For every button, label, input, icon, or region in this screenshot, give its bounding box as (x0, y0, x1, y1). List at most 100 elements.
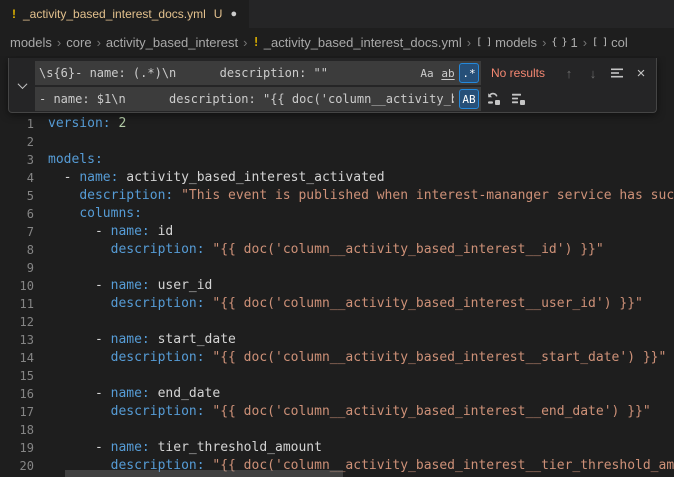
code-line[interactable]: models: (48, 151, 674, 169)
whole-word-icon: ab (441, 67, 454, 80)
breadcrumb-label: activity_based_interest (106, 35, 238, 50)
breadcrumb-label: models (495, 35, 537, 50)
line-number: 11 (0, 295, 36, 313)
code-line[interactable] (48, 421, 674, 439)
line-number: 2 (0, 133, 36, 151)
line-number: 7 (0, 223, 36, 241)
code-line[interactable]: version: 2 (48, 115, 674, 133)
breadcrumb-separator: › (542, 35, 546, 50)
toggle-replace-button[interactable] (9, 58, 35, 112)
code-line[interactable] (48, 313, 674, 331)
line-number: 15 (0, 367, 36, 385)
code-line[interactable] (48, 259, 674, 277)
horizontal-scrollbar[interactable] (65, 470, 343, 477)
code-line[interactable]: description: "This event is published wh… (48, 187, 674, 205)
match-case-icon: Aa (420, 67, 433, 80)
line-number: 18 (0, 421, 36, 439)
array-icon: [ ] (476, 37, 491, 48)
git-untracked-badge: U (214, 7, 223, 21)
line-number: 16 (0, 385, 36, 403)
line-number: 1 (0, 115, 36, 133)
breadcrumb: models › core › activity_based_interest ›! _ac… (0, 28, 674, 56)
regex-toggle[interactable]: .* (459, 63, 479, 83)
preserve-case-icon: AB (462, 93, 475, 106)
line-number: 8 (0, 241, 36, 259)
line-number: 20 (0, 457, 36, 475)
breadcrumb-separator: › (97, 35, 101, 50)
code-line[interactable]: description: "{{ doc('column__activity_b… (48, 295, 674, 313)
code-line[interactable]: - name: end_date (48, 385, 674, 403)
code-line[interactable]: description: "{{ doc('column__activity_b… (48, 403, 674, 421)
find-in-selection-button[interactable] (606, 62, 628, 84)
line-number: 19 (0, 439, 36, 457)
close-find-button[interactable]: × (630, 62, 652, 84)
find-widget-body: Aa ab .* No results ↑ ↓ (35, 58, 656, 112)
line-number: 6 (0, 205, 36, 223)
array-icon: [ ] (592, 37, 607, 48)
breadcrumb-label: _activity_based_interest_docs.yml (264, 35, 462, 50)
breadcrumb-item-2[interactable]: activity_based_interest (106, 35, 238, 50)
editor[interactable]: 1234567891011121314151617181920 version:… (0, 56, 674, 477)
breadcrumb-item-3[interactable]: ! _activity_based_interest_docs.yml (253, 35, 462, 50)
tab-bar: ! _activity_based_interest_docs.yml U ● (0, 0, 674, 28)
find-input[interactable] (35, 61, 416, 85)
arrow-down-icon: ↓ (590, 66, 597, 81)
breadcrumb-label: 1 (570, 35, 577, 50)
vscode-window: ! _activity_based_interest_docs.yml U ● … (0, 0, 674, 477)
line-number: 5 (0, 187, 36, 205)
code-line[interactable]: description: "{{ doc('column__activity_b… (48, 241, 674, 259)
replace-input[interactable] (35, 87, 458, 111)
breadcrumb-label: models (10, 35, 52, 50)
replace-icon (486, 91, 502, 107)
find-results-label: No results (491, 66, 556, 80)
replace-button[interactable] (483, 88, 505, 110)
next-match-button[interactable]: ↓ (582, 62, 604, 84)
breadcrumb-separator: › (583, 35, 587, 50)
unsaved-dot-icon[interactable]: ● (230, 8, 237, 20)
breadcrumb-item-5[interactable]: { }1 (551, 35, 577, 50)
code-line[interactable] (48, 367, 674, 385)
code-line[interactable]: - name: user_id (48, 277, 674, 295)
breadcrumb-item-1[interactable]: core (66, 35, 91, 50)
warning-icon: ! (253, 35, 260, 49)
tab-activity-based-interest-docs[interactable]: ! _activity_based_interest_docs.yml U ● (0, 0, 250, 28)
breadcrumb-label: core (66, 35, 91, 50)
code-line[interactable]: - name: activity_based_interest_activate… (48, 169, 674, 187)
breadcrumb-item-6[interactable]: [ ] col (592, 35, 628, 50)
breadcrumb-separator: › (467, 35, 471, 50)
breadcrumb-separator: › (243, 35, 247, 50)
line-number: 4 (0, 169, 36, 187)
replace-all-button[interactable] (507, 88, 529, 110)
previous-match-button[interactable]: ↑ (558, 62, 580, 84)
line-number: 9 (0, 259, 36, 277)
find-input-wrap: Aa ab .* (35, 61, 481, 85)
selection-icon (609, 65, 625, 81)
arrow-up-icon: ↑ (566, 66, 573, 81)
tab-title: _activity_based_interest_docs.yml (23, 7, 206, 21)
breadcrumb-separator: › (57, 35, 61, 50)
find-row: Aa ab .* No results ↑ ↓ (35, 61, 652, 85)
breadcrumb-label: col (611, 35, 628, 50)
line-number: 17 (0, 403, 36, 421)
chevron-down-icon (17, 79, 27, 89)
code-line[interactable] (48, 133, 674, 151)
breadcrumb-item-4[interactable]: [ ] models (476, 35, 537, 50)
code-lines: version: 2 models: - name: activity_based… (48, 115, 674, 475)
preserve-case-toggle[interactable]: AB (459, 89, 479, 109)
line-number: 3 (0, 151, 36, 169)
code-line[interactable]: - name: start_date (48, 331, 674, 349)
code-line[interactable]: - name: id (48, 223, 674, 241)
replace-row: AB (35, 87, 652, 111)
match-case-toggle[interactable]: Aa (417, 63, 437, 83)
code-line[interactable]: description: "{{ doc('column__activity_b… (48, 349, 674, 367)
close-icon: × (637, 65, 646, 82)
code-line[interactable]: - name: tier_threshold_amount (48, 439, 674, 457)
line-number: 10 (0, 277, 36, 295)
whole-word-toggle[interactable]: ab (438, 63, 458, 83)
regex-icon: .* (462, 67, 475, 80)
line-number: 13 (0, 331, 36, 349)
code-line[interactable]: columns: (48, 205, 674, 223)
breadcrumb-item-0[interactable]: models (10, 35, 52, 50)
gutter: 1234567891011121314151617181920 (0, 115, 36, 475)
line-number: 12 (0, 313, 36, 331)
